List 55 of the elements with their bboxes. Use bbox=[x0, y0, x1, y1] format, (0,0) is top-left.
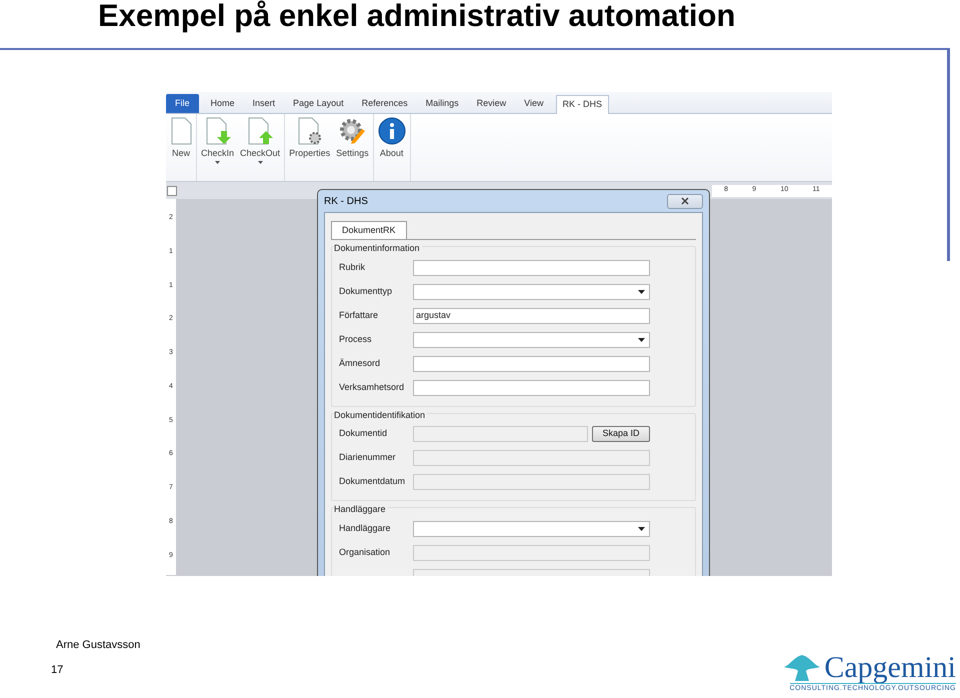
slide-title: Exempel på enkel administrativ automation bbox=[98, 0, 736, 32]
dropdown-field[interactable] bbox=[413, 520, 650, 536]
dialog-title: RK - DHS bbox=[324, 194, 368, 208]
dropdown-field[interactable] bbox=[413, 332, 650, 348]
document-icon bbox=[170, 117, 192, 145]
ribbon-tab[interactable]: Home bbox=[204, 94, 241, 113]
ribbon-tab[interactable]: Review bbox=[470, 94, 512, 113]
ribbon-button[interactable]: New bbox=[170, 117, 192, 181]
dropdown-field[interactable] bbox=[413, 284, 650, 300]
ribbon-button[interactable]: Properties bbox=[289, 117, 330, 181]
ribbon-tab[interactable]: Insert bbox=[246, 94, 282, 113]
field-label: Process bbox=[338, 332, 373, 346]
ribbon-tab[interactable]: RK - DHS bbox=[556, 95, 610, 114]
caret-icon bbox=[215, 161, 220, 164]
input-field[interactable] bbox=[413, 356, 650, 372]
caret-icon bbox=[638, 338, 645, 342]
field-label: Organisation bbox=[338, 546, 392, 559]
field-label: Dokumentdatum bbox=[338, 475, 406, 488]
ribbon-tab[interactable]: References bbox=[356, 94, 414, 113]
ribbon-button[interactable]: About bbox=[378, 117, 406, 181]
spade-icon bbox=[782, 652, 822, 682]
document-down-arrow-icon bbox=[204, 117, 231, 145]
field-label: Ämnesord bbox=[338, 356, 382, 370]
field-label: Rubrik bbox=[338, 260, 366, 274]
document-up-arrow-icon bbox=[247, 117, 274, 145]
input-field[interactable] bbox=[413, 260, 650, 276]
field-label: Diarienummer bbox=[338, 451, 397, 464]
tab-selector-icon[interactable] bbox=[167, 186, 177, 196]
ribbon-button[interactable]: CheckOut bbox=[240, 117, 280, 181]
field-label: Handläggare bbox=[338, 522, 392, 535]
document-gear-icon bbox=[296, 117, 323, 145]
input-field[interactable]: argustav bbox=[413, 308, 650, 324]
caret-icon bbox=[258, 161, 263, 164]
author-name: Arne Gustavsson bbox=[56, 638, 142, 653]
logo-wordmark: Capgemini bbox=[824, 652, 956, 682]
ribbon-tab[interactable]: Mailings bbox=[420, 94, 465, 113]
page-number: 17 bbox=[51, 662, 64, 678]
dialog-tab[interactable]: DokumentRK bbox=[331, 221, 407, 239]
ribbon-button[interactable]: CheckIn bbox=[201, 117, 234, 181]
caret-icon bbox=[638, 526, 645, 530]
field-label: Verksamhetsord bbox=[338, 380, 406, 394]
info-icon bbox=[378, 117, 406, 145]
group-title: Handläggare bbox=[334, 503, 388, 516]
field-label: Dokumentid bbox=[338, 427, 388, 440]
file-tab[interactable]: File bbox=[166, 94, 199, 113]
caret-icon bbox=[638, 290, 645, 294]
field-label: Författare bbox=[338, 308, 380, 322]
close-button[interactable] bbox=[667, 194, 703, 208]
field-label: Dokumenttyp bbox=[338, 284, 394, 298]
ribbon-button[interactable]: Settings bbox=[336, 117, 369, 181]
ribbon-tab[interactable]: View bbox=[518, 94, 550, 113]
gear-pencil-icon bbox=[338, 117, 366, 145]
ribbon-tab[interactable]: Page Layout bbox=[287, 94, 350, 113]
close-icon bbox=[681, 197, 689, 205]
input-field[interactable] bbox=[413, 380, 650, 396]
